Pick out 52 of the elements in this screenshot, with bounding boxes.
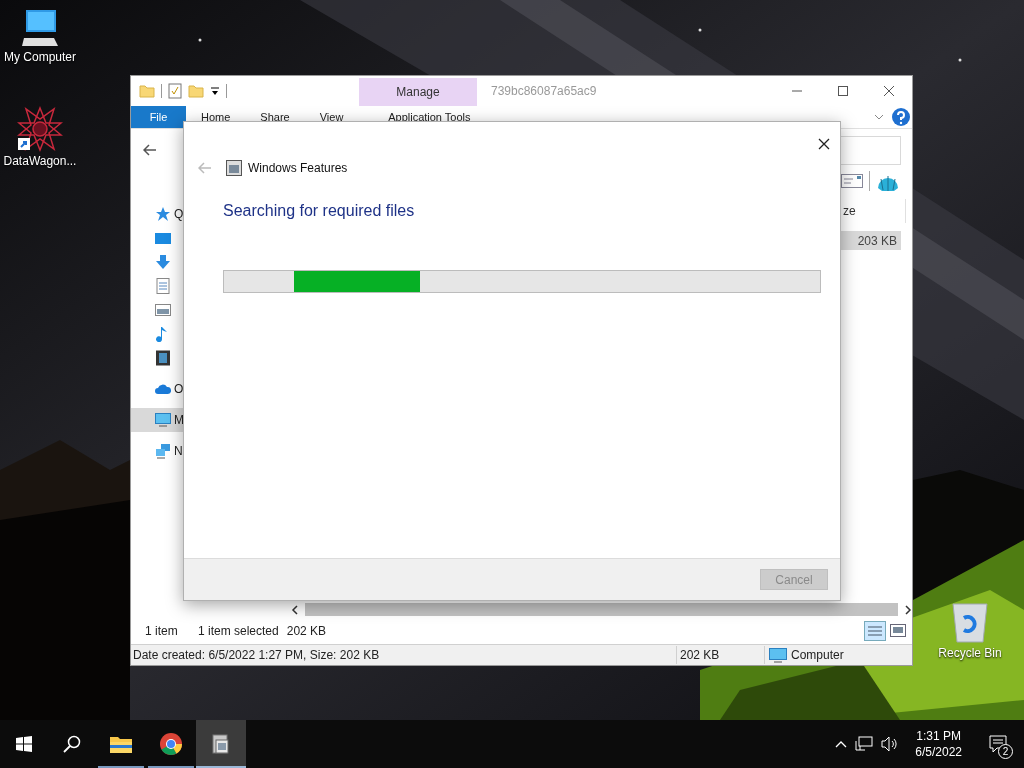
window-title: 739bc86087a65ac9: [491, 83, 598, 100]
status-text: 202 KB: [286, 623, 327, 640]
clock[interactable]: 1:31 PM 6/5/2022: [907, 728, 970, 760]
dialog-title: Windows Features: [248, 160, 348, 177]
dialog-heading: Searching for required files: [223, 201, 416, 221]
desktop-icon-label[interactable]: My Computer: [4, 50, 76, 64]
status-text: 1 item selected: [198, 623, 279, 640]
monitor-icon: [155, 412, 171, 428]
ribbon-tab[interactable]: File: [131, 106, 186, 128]
notification-badge: 2: [998, 744, 1013, 759]
maximize-icon[interactable]: [838, 86, 848, 96]
volume-icon[interactable]: [881, 736, 900, 752]
large-icons-view-icon[interactable]: [890, 624, 906, 638]
details-text: Date created: 6/5/2022 1:27 PM, Size: 202 KB: [132, 647, 381, 664]
details-text: Computer: [791, 647, 844, 664]
status-text: 1 item: [145, 623, 179, 640]
card-icon[interactable]: [841, 174, 863, 188]
window-features-icon: [226, 160, 242, 176]
column-header[interactable]: ze: [843, 202, 856, 220]
desktop-icon-label[interactable]: DataWagon...: [3, 154, 77, 168]
chevron-up-icon[interactable]: [835, 740, 848, 748]
download-arrow-icon: [155, 254, 171, 270]
network-icon[interactable]: [855, 736, 874, 752]
starburst-icon[interactable]: [17, 106, 63, 152]
star-icon: [155, 206, 171, 222]
search-icon: [63, 735, 81, 753]
message-icon: [989, 735, 1007, 753]
checklist-icon[interactable]: [168, 83, 182, 99]
close-icon[interactable]: [818, 138, 830, 150]
windows-logo-icon: [16, 736, 32, 752]
dropdown-icon[interactable]: [210, 86, 220, 96]
network-icon: [155, 443, 171, 459]
film-icon: [155, 350, 171, 366]
details-text: 202 KB: [676, 646, 764, 664]
chrome-icon: [159, 732, 183, 756]
document-icon: [155, 278, 171, 294]
notification-button[interactable]: 2: [978, 720, 1018, 768]
context-tab-header: Manage: [359, 78, 477, 106]
scroll-left-icon[interactable]: [291, 604, 299, 615]
scrollbar-thumb[interactable]: [305, 603, 898, 616]
chevron-down-icon[interactable]: [874, 114, 884, 120]
computer-icon[interactable]: [20, 8, 60, 48]
monitor-icon: [769, 647, 787, 663]
desktop-icon: [155, 230, 171, 246]
picture-icon: [155, 302, 171, 318]
close-icon[interactable]: [884, 86, 894, 96]
scroll-right-icon[interactable]: [904, 604, 912, 615]
help-icon[interactable]: [892, 108, 910, 126]
back-arrow-icon[interactable]: [143, 144, 157, 156]
taskbar-app[interactable]: [196, 720, 246, 768]
recycle-bin-icon[interactable]: [950, 600, 990, 644]
search-field[interactable]: [838, 136, 901, 165]
